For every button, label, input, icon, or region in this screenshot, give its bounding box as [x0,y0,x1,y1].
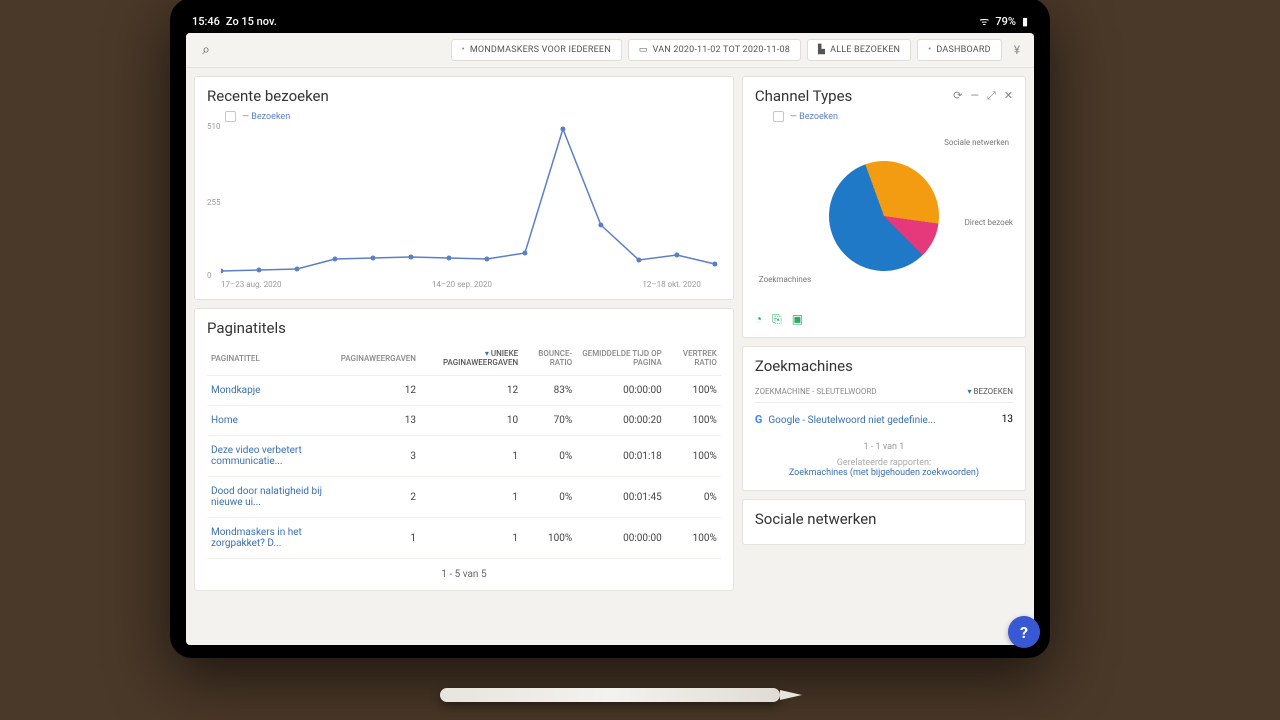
status-bar: 15:46 Zo 15 nov. ᯤ 79% ▮ [186,14,1034,33]
card-title: Paginatitels [207,319,721,341]
card-title: Sociale netwerken [755,510,877,528]
calendar-icon: ▭ [639,45,648,55]
topbar: ⌕ MONDMASKERS VOOR IEDEREEN ▭VAN 2020-11… [186,33,1034,68]
segment-button[interactable]: ▙ALLE BEZOEKEN [807,39,911,61]
currency-icon[interactable]: ¥ [1008,43,1026,57]
export-icon[interactable]: ⎘ [772,312,782,327]
chart-icon: ▙ [818,45,825,55]
col-pageviews[interactable]: PAGINAWEERGAVEN [337,341,420,376]
page-titles-card: Paginatitels PAGINATITEL PAGINAWEERGAVEN… [194,308,734,591]
se-col-visits[interactable]: BEZOEKEN [967,387,1013,396]
site-selector-button[interactable]: MONDMASKERS VOOR IEDEREEN [451,39,622,61]
close-icon[interactable]: ✕ [1004,89,1013,103]
col-exit[interactable]: VERTREK RATIO [666,341,721,376]
channel-types-card: Channel Types ⟳ — ⤢ ✕ — Bezoeken [742,76,1026,338]
app-screen: ⌕ MONDMASKERS VOOR IEDEREEN ▭VAN 2020-11… [186,33,1034,645]
search-engine-row[interactable]: GGoogle - Sleutelwoord niet gedefinie...… [755,403,1013,436]
related-report-link[interactable]: Zoekmachines (met bijgehouden zoekwoorde… [755,468,1013,480]
dashboard-button[interactable]: DASHBOARD [917,39,1002,61]
tablet-frame: 15:46 Zo 15 nov. ᯤ 79% ▮ ⌕ MONDMASKERS V… [170,0,1050,658]
card-title: Zoekmachines [755,357,853,375]
se-pager: 1 - 1 van 1 [755,436,1013,458]
channel-pie-chart[interactable]: Sociale netwerken Direct bezoek Zoekmach… [755,126,1013,306]
expand-icon[interactable]: ⤢ [987,89,996,103]
pie-view-icon[interactable]: ◔ [755,312,762,327]
recent-visits-card: Recente bezoeken — Bezoeken 510 255 0 [194,76,734,300]
image-icon[interactable]: ▣ [792,312,803,327]
table-row[interactable]: Mondkapje121283%00:00:00100% [207,376,721,406]
google-icon: G [755,413,763,426]
search-engines-card: Zoekmachines ZOEKMACHINE - SLEUTELWOORD … [742,346,1026,491]
stylus [440,688,780,702]
visits-line-chart[interactable]: 510 255 0 [221,126,721,276]
battery-icon: ▮ [1022,15,1028,28]
legend-label: — Bezoeken [790,112,838,122]
table-row[interactable]: Deze video verbetert communicatie...310%… [207,436,721,477]
table-pager: 1 - 5 van 5 [207,559,721,580]
se-col-keyword[interactable]: ZOEKMACHINE - SLEUTELWOORD [755,387,877,396]
wifi-icon: ᯤ [979,14,989,29]
col-unique-pageviews[interactable]: UNIEKE PAGINAWEERGAVEN [420,341,522,376]
legend-label: — Bezoeken [242,112,290,122]
minimize-icon[interactable]: — [970,89,979,103]
legend-toggle-icon[interactable] [773,111,784,122]
status-battery: 79% [995,15,1016,28]
status-time: 15:46 [192,15,220,28]
legend-toggle-icon[interactable] [225,111,236,122]
search-icon[interactable]: ⌕ [194,42,218,58]
x-axis-ticks: 17–23 aug. 2020 14–20 sep. 2020 12–18 ok… [221,280,721,289]
help-fab[interactable]: ? [1008,616,1034,645]
page-titles-table: PAGINATITEL PAGINAWEERGAVEN UNIEKE PAGIN… [207,341,721,559]
table-row[interactable]: Dood door nalatigheid bij nieuwe ui...21… [207,477,721,518]
table-row[interactable]: Home131070%00:00:20100% [207,406,721,436]
card-title: Recente bezoeken [207,87,329,105]
date-range-button[interactable]: ▭VAN 2020-11-02 TOT 2020-11-08 [628,39,801,61]
col-title[interactable]: PAGINATITEL [207,341,337,376]
table-row[interactable]: Mondmaskers in het zorgpakket? D...11100… [207,518,721,559]
col-bounce[interactable]: BOUNCE-RATIO [522,341,576,376]
card-title: Channel Types [755,87,852,105]
col-avg-time[interactable]: GEMIDDELDE TIJD OP PAGINA [576,341,666,376]
refresh-icon[interactable]: ⟳ [953,89,962,103]
status-date: Zo 15 nov. [226,15,277,28]
related-label: Gerelateerde rapporten: [755,458,1013,468]
social-networks-card: Sociale netwerken [742,499,1026,545]
